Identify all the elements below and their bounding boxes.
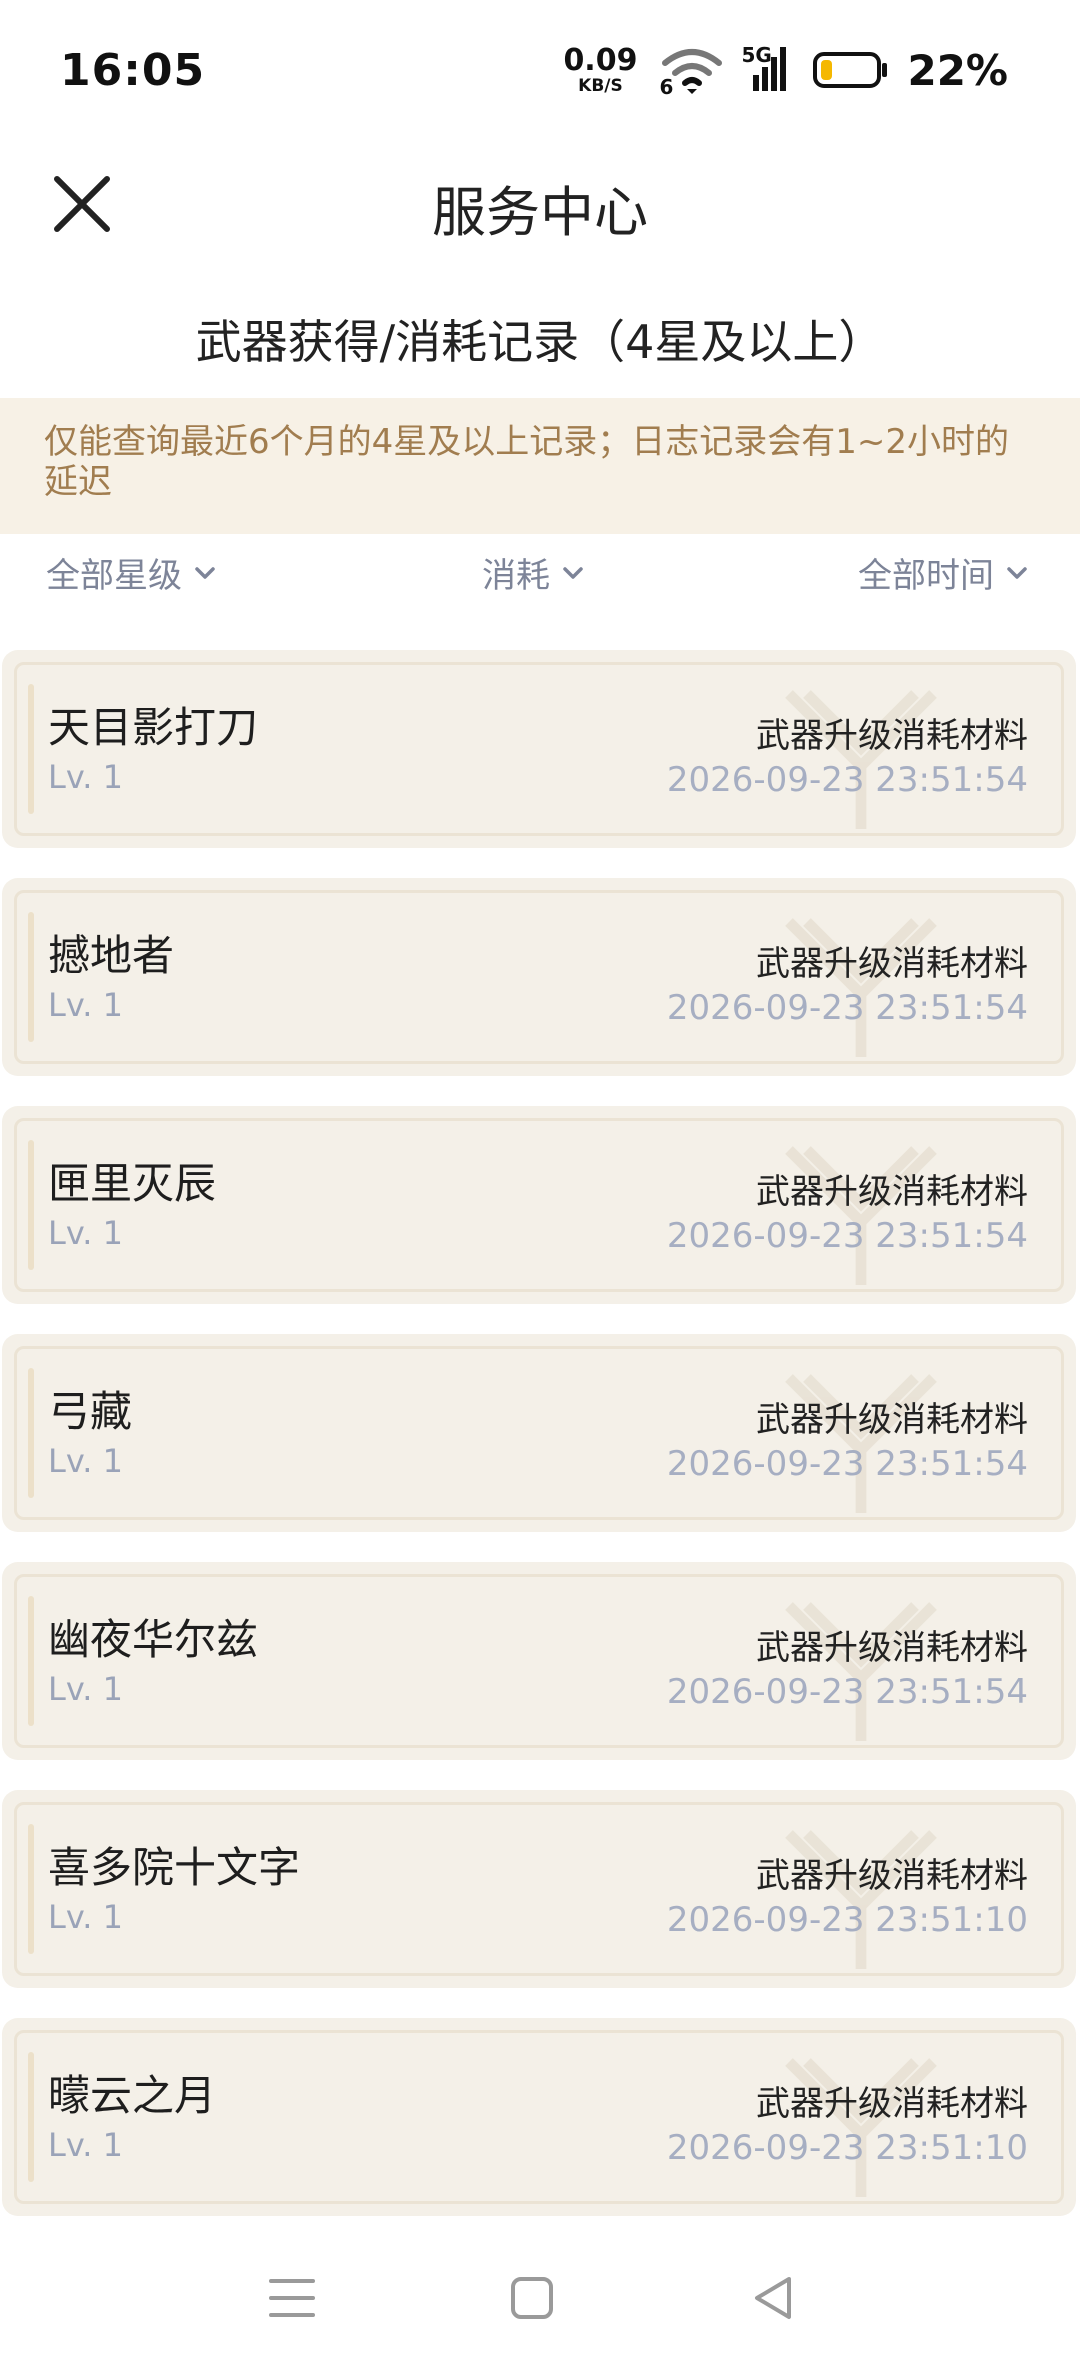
weapon-level: Lv. 1 (48, 986, 123, 1024)
record-action: 武器升级消耗材料 (756, 1172, 1028, 1212)
wifi-icon: 6 (657, 45, 727, 99)
weapon-name: 弓藏 (48, 1387, 133, 1436)
page-title: 服务中心 (432, 181, 648, 244)
record-time: 2026-09-23 23:51:10 (666, 2128, 1028, 2168)
card-accent-bar (28, 1596, 34, 1726)
record-time: 2026-09-23 23:51:54 (666, 988, 1028, 1028)
chevron-down-icon (195, 566, 215, 579)
time-filter-dropdown[interactable]: 全部时间 (858, 548, 1030, 597)
weapon-level: Lv. 1 (48, 1670, 123, 1708)
weapon-name: 曚云之月 (48, 2071, 217, 2120)
weapon-name: 喜多院十文字 (48, 1843, 301, 1892)
weapon-name: 撼地者 (48, 931, 175, 980)
home-button[interactable] (492, 2258, 572, 2338)
cellular-signal-icon: 5G (741, 43, 791, 95)
type-filter-label: 消耗 (482, 556, 550, 596)
record-action: 武器升级消耗材料 (756, 1856, 1028, 1896)
card-accent-bar (28, 1824, 34, 1954)
system-navigation-bar (0, 2218, 1080, 2372)
card-accent-bar (28, 1368, 34, 1498)
record-action: 武器升级消耗材料 (756, 716, 1028, 756)
chevron-down-icon (563, 566, 583, 579)
card-accent-bar (28, 2052, 34, 2182)
weapon-name: 匣里灭辰 (48, 1159, 217, 1208)
back-triangle-icon (755, 2277, 791, 2319)
record-action: 武器升级消耗材料 (756, 2084, 1028, 2124)
status-icons: 0.09 KB/S 6 5G 22% (563, 42, 1008, 99)
network-speed-unit: KB/S (578, 75, 623, 96)
card-accent-bar (28, 684, 34, 814)
section-subtitle: 武器获得/消耗记录（4星及以上） (195, 315, 885, 369)
chevron-down-icon (1007, 566, 1027, 579)
time-filter-label: 全部时间 (858, 556, 994, 596)
weapon-name: 幽夜华尔兹 (48, 1615, 259, 1664)
record-time: 2026-09-23 23:51:54 (666, 760, 1028, 800)
record-card[interactable]: 弓藏 Lv. 1 武器升级消耗材料 2026-09-23 23:51:54 (2, 1334, 1076, 1532)
record-card[interactable]: 撼地者 Lv. 1 武器升级消耗材料 2026-09-23 23:51:54 (2, 878, 1076, 1076)
record-action: 武器升级消耗材料 (756, 1628, 1028, 1668)
battery-icon (813, 48, 889, 92)
type-filter-dropdown[interactable]: 消耗 (482, 548, 586, 597)
record-card[interactable]: 曚云之月 Lv. 1 武器升级消耗材料 2026-09-23 23:51:10 (2, 2018, 1076, 2216)
network-speed: 0.09 KB/S (563, 42, 638, 96)
filter-bar: 全部星级 消耗 全部时间 (0, 548, 1080, 614)
weapon-level: Lv. 1 (48, 1214, 123, 1252)
record-card[interactable]: 匣里灭辰 Lv. 1 武器升级消耗材料 2026-09-23 23:51:54 (2, 1106, 1076, 1304)
weapon-level: Lv. 1 (48, 1898, 123, 1936)
record-list[interactable]: 天目影打刀 Lv. 1 武器升级消耗材料 2026-09-23 23:51:54… (0, 650, 1080, 2218)
weapon-level: Lv. 1 (48, 758, 123, 796)
home-square-icon (511, 2277, 553, 2319)
weapon-level: Lv. 1 (48, 1442, 123, 1480)
header: 服务中心 (0, 140, 1080, 270)
battery-percentage: 22% (907, 45, 1008, 95)
card-accent-bar (28, 1140, 34, 1270)
status-bar: 16:05 0.09 KB/S 6 5G 22% (0, 0, 1080, 140)
record-time: 2026-09-23 23:51:10 (666, 1900, 1028, 1940)
notice-banner: 仅能查询最近6个月的4星及以上记录；日志记录会有1~2小时的延迟 (0, 398, 1080, 534)
card-accent-bar (28, 912, 34, 1042)
weapon-name: 天目影打刀 (48, 703, 259, 752)
menu-icon (269, 2279, 315, 2317)
recent-apps-button[interactable] (252, 2258, 332, 2338)
record-card[interactable]: 天目影打刀 Lv. 1 武器升级消耗材料 2026-09-23 23:51:54 (2, 650, 1076, 848)
record-card[interactable]: 幽夜华尔兹 Lv. 1 武器升级消耗材料 2026-09-23 23:51:54 (2, 1562, 1076, 1760)
star-filter-label: 全部星级 (46, 556, 182, 596)
record-time: 2026-09-23 23:51:54 (666, 1672, 1028, 1712)
record-time: 2026-09-23 23:51:54 (666, 1216, 1028, 1256)
wifi-sub-label: 6 (659, 75, 674, 99)
weapon-level: Lv. 1 (48, 2126, 123, 2164)
record-action: 武器升级消耗材料 (756, 944, 1028, 984)
back-button[interactable] (734, 2258, 814, 2338)
record-card[interactable]: 喜多院十文字 Lv. 1 武器升级消耗材料 2026-09-23 23:51:1… (2, 1790, 1076, 1988)
record-action: 武器升级消耗材料 (756, 1400, 1028, 1440)
status-time: 16:05 (60, 44, 206, 96)
star-filter-dropdown[interactable]: 全部星级 (46, 548, 218, 597)
network-speed-value: 0.09 (563, 42, 638, 78)
record-time: 2026-09-23 23:51:54 (666, 1444, 1028, 1484)
